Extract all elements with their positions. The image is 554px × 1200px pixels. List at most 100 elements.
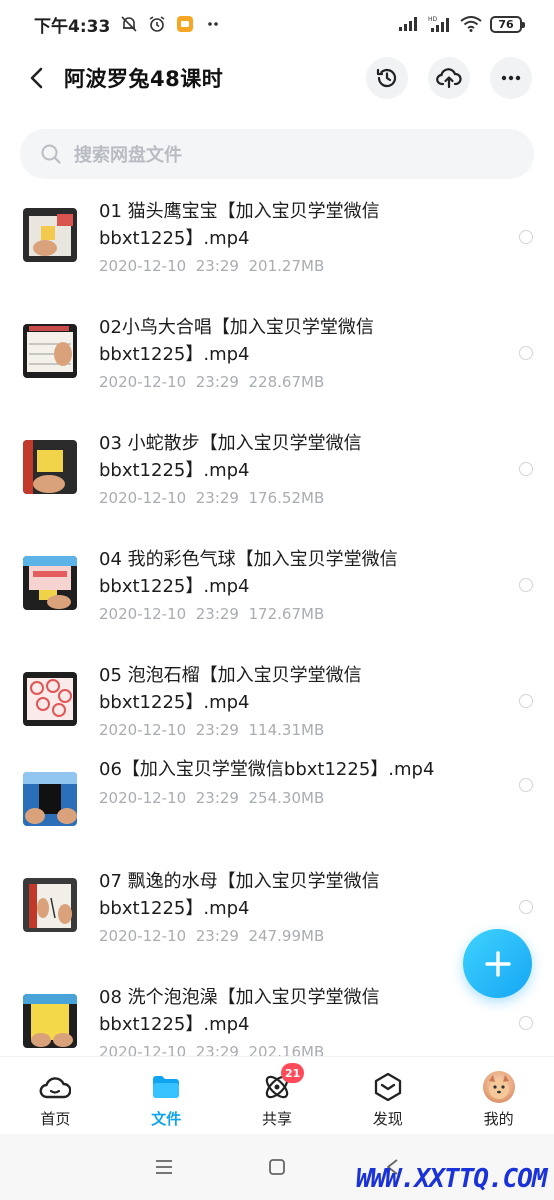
select-radio[interactable] [519, 1016, 533, 1030]
file-item[interactable]: 05 泡泡石榴【加入宝贝学堂微信bbxt1225】.mp4 2020-12-10… [0, 650, 554, 766]
file-size: 202.16MB [248, 1043, 325, 1056]
file-meta: 2020-12-10 23:29 114.31MB [99, 721, 324, 739]
file-meta: 2020-12-10 23:29 247.99MB [99, 927, 324, 945]
history-icon [376, 68, 397, 88]
more-dots-icon [204, 15, 222, 33]
nav-item-discover[interactable]: 发现 [332, 1057, 443, 1134]
file-size: 254.30MB [248, 789, 325, 807]
history-button[interactable] [366, 57, 408, 99]
avatar-image [482, 1071, 515, 1103]
battery-icon: 76 [490, 15, 525, 33]
file-list[interactable]: 01 猫头鹰宝宝【加入宝贝学堂微信bbxt1225】.mp4 2020-12-1… [0, 186, 554, 1056]
file-meta: 2020-12-10 23:29 172.67MB [99, 605, 324, 623]
file-meta: 2020-12-10 23:29 228.67MB [99, 373, 324, 391]
home-square-icon [269, 1159, 285, 1175]
chevron-left-icon [30, 67, 43, 89]
select-radio[interactable] [519, 578, 533, 592]
nav-item-files[interactable]: 文件 [111, 1057, 222, 1134]
video-thumbnail [23, 878, 77, 932]
nav-label: 我的 [483, 1110, 514, 1128]
watermark-text: WWW.XXTTQ.COM [356, 1164, 547, 1194]
nav-item-home[interactable]: 首页 [0, 1057, 111, 1134]
video-thumbnail [23, 772, 77, 826]
bell-muted-icon [120, 15, 138, 33]
nav-item-share[interactable]: 21 共享 [222, 1057, 333, 1134]
file-date: 2020-12-10 [99, 721, 187, 739]
header: 阿波罗兔48课时 [0, 48, 554, 108]
file-size: 172.67MB [248, 605, 325, 623]
hd-signal-icon: HD [428, 15, 452, 33]
file-meta: 2020-12-10 23:29 201.27MB [99, 257, 324, 275]
select-radio[interactable] [519, 778, 533, 792]
search-placeholder: 搜索网盘文件 [74, 145, 182, 166]
file-item[interactable]: 04 我的彩色气球【加入宝贝学堂微信bbxt1225】.mp4 2020-12-… [0, 534, 554, 650]
file-name: 02小鸟大合唱【加入宝贝学堂微信bbxt1225】.mp4 [99, 317, 374, 365]
status-right: HD 76 [398, 15, 525, 33]
video-thumbnail [23, 556, 77, 610]
menu-button[interactable] [151, 1154, 177, 1180]
file-item[interactable]: 02小鸟大合唱【加入宝贝学堂微信bbxt1225】.mp4 2020-12-10… [0, 302, 554, 418]
select-radio[interactable] [519, 230, 533, 244]
select-radio[interactable] [519, 694, 533, 708]
avatar [482, 1071, 515, 1103]
file-name: 06【加入宝贝学堂微信bbxt1225】.mp4 [99, 759, 435, 780]
file-time: 23:29 [195, 605, 239, 623]
video-thumbnail [23, 672, 77, 726]
nav-label: 首页 [40, 1110, 71, 1128]
nav-label: 文件 [151, 1110, 182, 1128]
file-meta: 2020-12-10 23:29 202.16MB [99, 1043, 324, 1056]
file-date: 2020-12-10 [99, 605, 187, 623]
cloud-upload-icon [436, 68, 462, 89]
file-date: 2020-12-10 [99, 789, 187, 807]
more-button[interactable] [490, 57, 532, 99]
file-name: 03 小蛇散步【加入宝贝学堂微信bbxt1225】.mp4 [99, 433, 362, 481]
file-size: 201.27MB [248, 257, 325, 275]
menu-icon [156, 1160, 172, 1174]
nav-item-profile[interactable]: 我的 [443, 1057, 554, 1134]
video-thumbnail [23, 440, 77, 494]
file-time: 23:29 [195, 489, 239, 507]
video-thumbnail [23, 208, 77, 262]
file-name: 08 洗个泡泡澡【加入宝贝学堂微信bbxt1225】.mp4 [99, 987, 380, 1035]
file-time: 23:29 [195, 373, 239, 391]
file-name: 05 泡泡石榴【加入宝贝学堂微信bbxt1225】.mp4 [99, 665, 362, 713]
notification-badge: 21 [280, 1063, 305, 1083]
select-radio[interactable] [519, 462, 533, 476]
folder-icon [150, 1071, 182, 1103]
alarm-icon [148, 15, 166, 33]
file-time: 23:29 [195, 789, 239, 807]
back-button[interactable] [22, 58, 50, 98]
file-time: 23:29 [195, 927, 239, 945]
upload-button[interactable] [428, 57, 470, 99]
share-orbit-icon: 21 [261, 1063, 305, 1103]
file-item[interactable]: 03 小蛇散步【加入宝贝学堂微信bbxt1225】.mp4 2020-12-10… [0, 418, 554, 534]
file-meta: 2020-12-10 23:29 254.30MB [99, 789, 324, 807]
status-time: 下午4:33 [34, 16, 111, 37]
file-time: 23:29 [195, 257, 239, 275]
file-item[interactable]: 01 猫头鹰宝宝【加入宝贝学堂微信bbxt1225】.mp4 2020-12-1… [0, 186, 554, 302]
svg-text:HD: HD [428, 16, 438, 23]
select-radio[interactable] [519, 900, 533, 914]
bottom-nav: 首页 文件 21 共享 发现 我的 [0, 1056, 554, 1134]
more-icon [501, 75, 521, 81]
status-bar: 下午4:33 HD 76 [0, 0, 554, 48]
add-button[interactable] [463, 929, 532, 998]
status-left: 下午4:33 [34, 12, 222, 37]
wifi-icon [460, 16, 482, 32]
select-radio[interactable] [519, 346, 533, 360]
search-icon [41, 144, 61, 164]
video-thumbnail [23, 324, 77, 378]
file-date: 2020-12-10 [99, 373, 187, 391]
file-size: 247.99MB [248, 927, 325, 945]
search-input[interactable]: 搜索网盘文件 [20, 129, 534, 179]
cloud-home-icon [39, 1071, 72, 1103]
nav-label: 共享 [261, 1110, 292, 1128]
file-date: 2020-12-10 [99, 1043, 187, 1056]
file-time: 23:29 [195, 721, 239, 739]
discover-cube-icon [372, 1071, 404, 1103]
signal-icon [398, 16, 420, 32]
file-date: 2020-12-10 [99, 257, 187, 275]
file-item[interactable]: 06【加入宝贝学堂微信bbxt1225】.mp4 2020-12-10 23:2… [0, 759, 554, 856]
home-button[interactable] [264, 1154, 290, 1180]
file-size: 228.67MB [248, 373, 325, 391]
